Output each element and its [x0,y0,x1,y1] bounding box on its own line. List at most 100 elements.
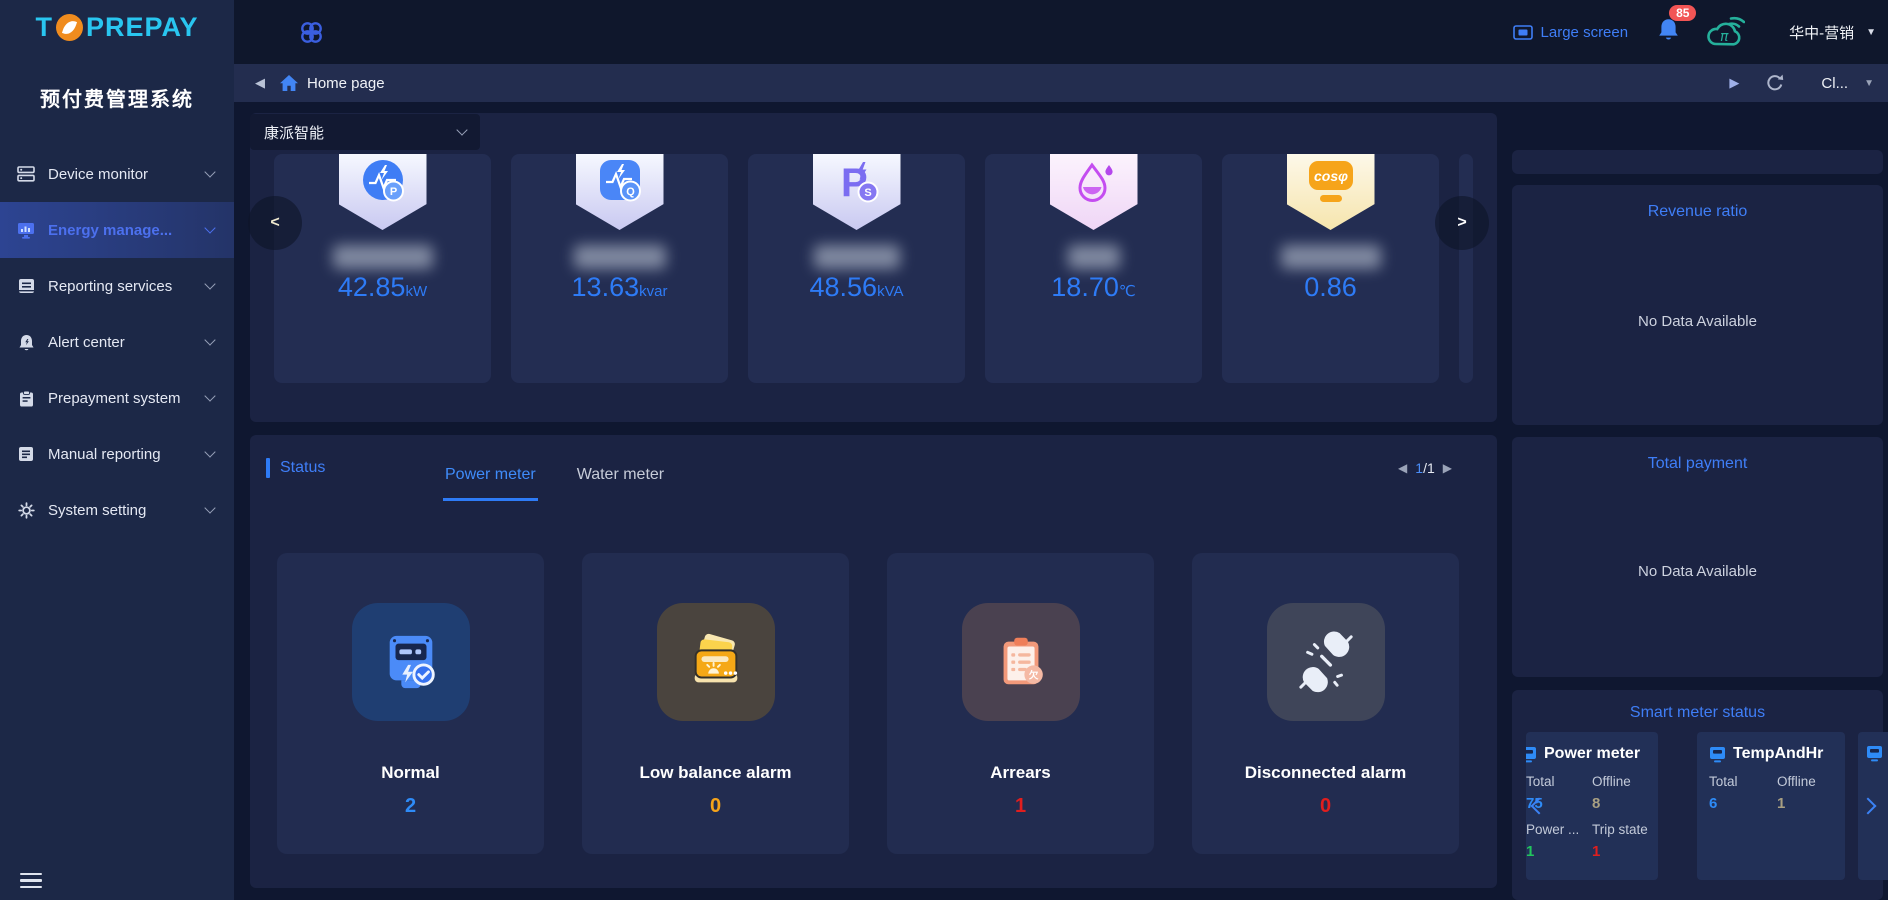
reporting-services-icon [16,278,36,294]
apparent-power-icon: PS [813,154,901,230]
status-card-disconnected[interactable]: Disconnected alarm 0 [1192,553,1459,854]
apps-clover-icon[interactable] [298,19,325,46]
disconnected-plug-icon [1267,603,1385,721]
status-card-count: 1 [887,795,1154,818]
metric-tile-active-power: P 42.85kW [274,154,491,383]
cloud-service-icon[interactable]: π [1705,14,1745,50]
stat-label: Power ... [1526,819,1592,841]
page-next-icon[interactable]: ▶ [1443,461,1452,475]
total-payment-card: Total payment No Data Available [1512,437,1883,677]
notifications-bell[interactable]: 85 [1658,18,1679,46]
status-tabs: Power meter Water meter [443,435,666,501]
large-screen-link[interactable]: Large screen [1513,24,1629,41]
collapse-sidebar-icon[interactable] [20,869,42,893]
smart-card-name: TempAndHr [1733,745,1823,763]
carousel-next-button[interactable]: > [1435,196,1489,250]
smart-card-header: TempAndHr [1697,732,1845,763]
status-panel: Status Power meter Water meter ◀ 1/1 ▶ N… [250,435,1497,888]
logo-text-suffix: PREPAY [86,12,199,43]
org-selector[interactable]: 康派智能 [250,114,480,150]
refresh-icon[interactable] [1765,73,1785,93]
sidebar-item-device-monitor[interactable]: Device monitor [0,146,234,202]
breadcrumb-page-title[interactable]: Home page [307,75,385,92]
close-tabs-dropdown[interactable]: Cl... [1821,75,1848,92]
metric-value: 0.86 [1222,272,1439,303]
sidebar-item-system-setting[interactable]: System setting [0,482,234,538]
sidebar-item-reporting-services[interactable]: Reporting services [0,258,234,314]
stat-label: Total [1709,771,1777,793]
org-selector-value: 康派智能 [264,122,458,143]
status-card-arrears[interactable]: 欠 Arrears 1 [887,553,1154,854]
section-accent-bar [266,458,270,478]
svg-text:Q: Q [626,186,635,198]
mini-meter-icon [1526,746,1537,763]
blurred-device-label [574,245,666,269]
sidebar-item-prepayment-system[interactable]: Prepayment system [0,370,234,426]
mini-meter-icon [1866,745,1883,762]
metric-tile-reactive-power: Q 13.63kvar [511,154,728,383]
app-logo: T PREPAY [0,12,234,43]
status-card-low-balance[interactable]: Low balance alarm 0 [582,553,849,854]
metric-tile-power-factor: cosφ 0.86 [1222,154,1439,383]
sidebar-item-label: Energy manage... [48,222,206,239]
active-power-icon: P [339,154,427,230]
logo-text-prefix: T [35,12,53,43]
metric-tiles: P 42.85kW Q 13.63kvar PS 48.56kVA [274,154,1473,383]
metric-tile-partial [1459,154,1473,383]
page-prev-icon[interactable]: ◀ [1398,461,1407,475]
status-header: Status Power meter Water meter ◀ 1/1 ▶ [250,435,1497,501]
smart-card-header [1858,732,1888,762]
sidebar-item-label: Prepayment system [48,390,206,407]
chevron-down-icon [204,222,215,233]
temperature-icon [1050,154,1138,230]
home-icon[interactable] [279,74,299,92]
sidebar-item-alert-center[interactable]: Alert center [0,314,234,370]
app-window: TPREPAY 预付费管理系统 Device monitor Energy ma… [0,0,1888,900]
svg-text:P: P [389,186,396,198]
tabs-caret-down-icon[interactable]: ▼ [1864,78,1874,89]
power-meter-ok-icon [352,603,470,721]
user-caret-down-icon[interactable]: ▼ [1866,27,1876,38]
chevron-down-icon [204,334,215,345]
sidebar-item-manual-reporting[interactable]: Manual reporting [0,426,234,482]
sidebar-item-energy-management[interactable]: Energy manage... [0,202,234,258]
bell-icon [1658,18,1679,41]
sidebar-item-label: System setting [48,502,206,519]
status-card-count: 2 [277,795,544,818]
breadcrumb-bar: ◀ Home page ▶ Cl... ▼ [234,64,1888,102]
stat-value: 1 [1526,841,1592,863]
user-menu[interactable]: 华中-营销 [1789,22,1854,43]
svg-text:欠: 欠 [1028,668,1038,681]
notification-count-badge: 85 [1669,5,1696,21]
arrears-clipboard-icon: 欠 [962,603,1080,721]
status-card-label: Low balance alarm [582,763,849,783]
metric-value: 42.85kW [274,272,491,303]
sidebar-item-label: Device monitor [48,166,206,183]
prepayment-system-icon [16,390,36,407]
forward-arrow-icon[interactable]: ▶ [1729,75,1739,91]
tab-water-meter[interactable]: Water meter [575,452,666,501]
no-data-text: No Data Available [1512,563,1883,580]
screen-icon [1513,25,1533,40]
smart-card-tempandhr: TempAndHr Total6 Offline1 [1697,732,1845,880]
smart-card-stats: Total75 Offline8 Power ...1 Trip state1 [1526,763,1658,867]
metric-value: 48.56kVA [748,272,965,303]
right-card-partial [1512,150,1883,174]
total-payment-title: Total payment [1512,437,1883,473]
sidebar-item-label: Alert center [48,334,206,351]
sidebar-menu: Device monitor Energy manage... Reportin… [0,146,234,538]
carousel-prev-button[interactable]: < [248,196,302,250]
tab-power-meter[interactable]: Power meter [443,452,538,501]
blurred-device-label [1281,245,1381,269]
chevron-down-icon [204,446,215,457]
back-arrow-icon[interactable]: ◀ [255,75,265,91]
stat-label: Offline [1592,771,1658,793]
stat-value: 1 [1777,793,1845,815]
status-card-normal[interactable]: Normal 2 [277,553,544,854]
no-data-text: No Data Available [1512,313,1883,330]
revenue-ratio-card: Revenue ratio No Data Available [1512,185,1883,425]
metric-value: 13.63kvar [511,272,728,303]
status-card-label: Arrears [887,763,1154,783]
smart-meter-status-card: Smart meter status Power meter Total75 O… [1512,690,1883,900]
status-cards: Normal 2 Low balance alarm 0 欠 Arrears 1 [277,553,1459,854]
